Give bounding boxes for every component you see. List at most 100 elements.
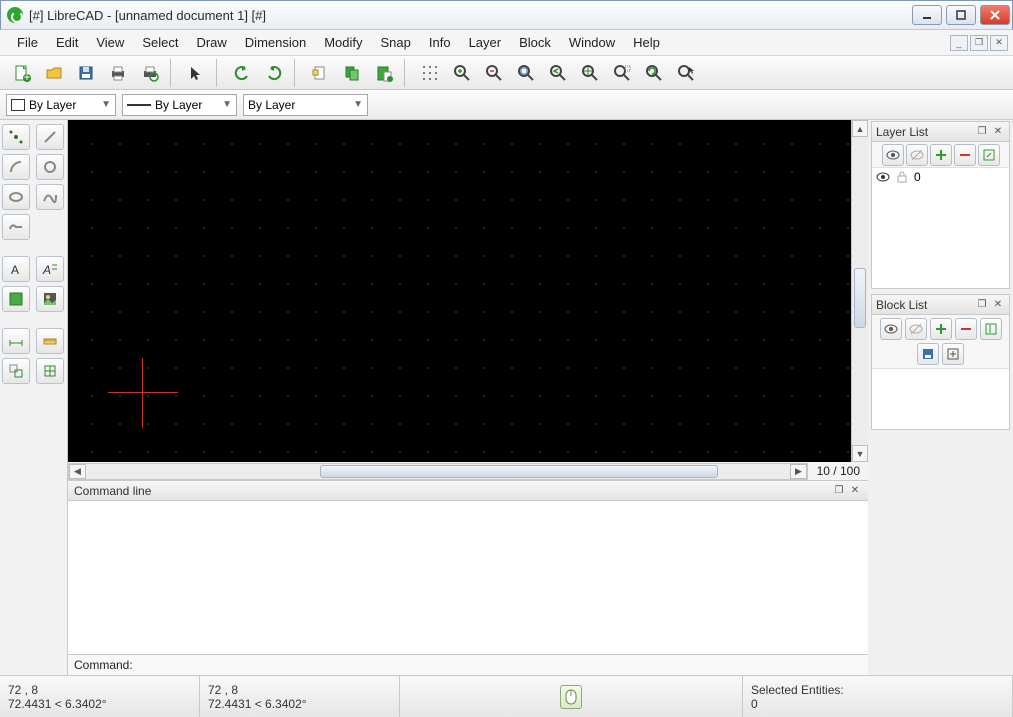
block-save-button[interactable]	[917, 343, 939, 365]
open-button[interactable]	[39, 59, 69, 87]
zoom-select-button[interactable]	[671, 59, 701, 87]
tool-line[interactable]	[36, 124, 64, 150]
layer-show-all-button[interactable]	[882, 144, 904, 166]
menu-file[interactable]: File	[8, 32, 47, 53]
layer-add-button[interactable]	[930, 144, 952, 166]
menu-info[interactable]: Info	[420, 32, 460, 53]
block-edit-button[interactable]	[980, 318, 1002, 340]
paste-button[interactable]	[369, 59, 399, 87]
tool-ellipse[interactable]	[2, 184, 30, 210]
minimize-button[interactable]	[912, 5, 942, 25]
layer-remove-button[interactable]	[954, 144, 976, 166]
redo-button[interactable]	[259, 59, 289, 87]
menu-dimension[interactable]: Dimension	[236, 32, 315, 53]
tool-polyline[interactable]	[2, 214, 30, 240]
tool-circle[interactable]	[36, 154, 64, 180]
new-button[interactable]: +	[7, 59, 37, 87]
scroll-thumb[interactable]	[854, 268, 866, 328]
scroll-right-icon[interactable]: ▶	[790, 464, 807, 479]
status-rel-coords: 72 , 8 72.4431 < 6.3402°	[200, 676, 400, 717]
zoom-window-button[interactable]	[607, 59, 637, 87]
block-panel-title: Block List	[876, 298, 927, 312]
menu-view[interactable]: View	[87, 32, 133, 53]
layer-edit-button[interactable]	[978, 144, 1000, 166]
print-preview-button[interactable]	[135, 59, 165, 87]
scroll-thumb[interactable]	[320, 465, 718, 478]
window-controls	[910, 1, 1012, 29]
command-history[interactable]	[68, 501, 868, 655]
color-swatch-icon	[11, 99, 25, 111]
undock-icon[interactable]: ❐	[975, 298, 989, 312]
close-icon[interactable]: ✕	[991, 125, 1005, 139]
maximize-button[interactable]	[946, 5, 976, 25]
tool-dimension[interactable]	[2, 328, 30, 354]
tool-mtext[interactable]: A	[36, 256, 64, 282]
command-input[interactable]	[137, 658, 862, 672]
block-hide-all-button[interactable]	[905, 318, 927, 340]
zoom-pan-button[interactable]	[575, 59, 605, 87]
pointer-button[interactable]	[181, 59, 211, 87]
scroll-down-icon[interactable]: ▼	[852, 445, 868, 462]
undock-icon[interactable]: ❐	[975, 125, 989, 139]
close-icon[interactable]: ✕	[848, 484, 862, 498]
menu-snap[interactable]: Snap	[372, 32, 420, 53]
menu-select[interactable]: Select	[133, 32, 187, 53]
layer-hide-all-button[interactable]	[906, 144, 928, 166]
menu-window[interactable]: Window	[560, 32, 624, 53]
toolbar-separator	[404, 59, 410, 87]
block-add-button[interactable]	[930, 318, 952, 340]
tool-point[interactable]	[2, 124, 30, 150]
undock-icon[interactable]: ❐	[832, 484, 846, 498]
tool-modify[interactable]	[2, 358, 30, 384]
lock-icon	[896, 171, 908, 183]
block-list-body[interactable]	[872, 369, 1009, 429]
block-show-all-button[interactable]	[880, 318, 902, 340]
chevron-down-icon: ▼	[95, 99, 111, 110]
width-combo[interactable]: By Layer ▼	[122, 94, 237, 116]
tool-measure[interactable]	[36, 328, 64, 354]
save-button[interactable]	[71, 59, 101, 87]
menu-layer[interactable]: Layer	[460, 32, 511, 53]
cad-toolbox: A A	[0, 120, 68, 675]
close-button[interactable]	[980, 5, 1010, 25]
menu-block[interactable]: Block	[510, 32, 560, 53]
print-button[interactable]	[103, 59, 133, 87]
canvas[interactable]	[68, 120, 851, 462]
scroll-left-icon[interactable]: ◀	[69, 464, 86, 479]
color-combo[interactable]: By Layer ▼	[6, 94, 116, 116]
zoom-in-button[interactable]	[447, 59, 477, 87]
close-icon[interactable]: ✕	[991, 298, 1005, 312]
tool-arc[interactable]	[2, 154, 30, 180]
mdi-close-button[interactable]: ✕	[990, 35, 1008, 51]
tool-text[interactable]: A	[2, 256, 30, 282]
zoom-previous-button[interactable]	[543, 59, 573, 87]
mdi-restore-button[interactable]: ❐	[970, 35, 988, 51]
linetype-combo[interactable]: By Layer ▼	[243, 94, 368, 116]
menu-modify[interactable]: Modify	[315, 32, 371, 53]
tool-hatch[interactable]	[2, 286, 30, 312]
cut-button[interactable]	[305, 59, 335, 87]
tool-block[interactable]	[36, 358, 64, 384]
layer-list-panel: Layer List ❐ ✕ 0	[871, 121, 1010, 289]
chevron-down-icon: ▼	[347, 99, 363, 110]
block-insert-button[interactable]	[942, 343, 964, 365]
zoom-redraw-button[interactable]	[639, 59, 669, 87]
menu-help[interactable]: Help	[624, 32, 669, 53]
layer-row[interactable]: 0	[872, 168, 1009, 186]
scroll-up-icon[interactable]: ▲	[852, 120, 868, 137]
horizontal-scrollbar[interactable]: ◀ ▶	[68, 463, 808, 480]
undo-button[interactable]	[227, 59, 257, 87]
main-toolbar: +	[0, 56, 1013, 90]
mdi-minimize-button[interactable]: _	[950, 35, 968, 51]
copy-button[interactable]	[337, 59, 367, 87]
zoom-auto-button[interactable]	[511, 59, 541, 87]
tool-image[interactable]	[36, 286, 64, 312]
menu-draw[interactable]: Draw	[187, 32, 235, 53]
zoom-out-button[interactable]	[479, 59, 509, 87]
grid-toggle-button[interactable]	[415, 59, 445, 87]
menu-edit[interactable]: Edit	[47, 32, 87, 53]
tool-spline[interactable]	[36, 184, 64, 210]
vertical-scrollbar[interactable]: ▲ ▼	[851, 120, 868, 462]
command-panel-title: Command line	[74, 484, 151, 498]
block-remove-button[interactable]	[955, 318, 977, 340]
